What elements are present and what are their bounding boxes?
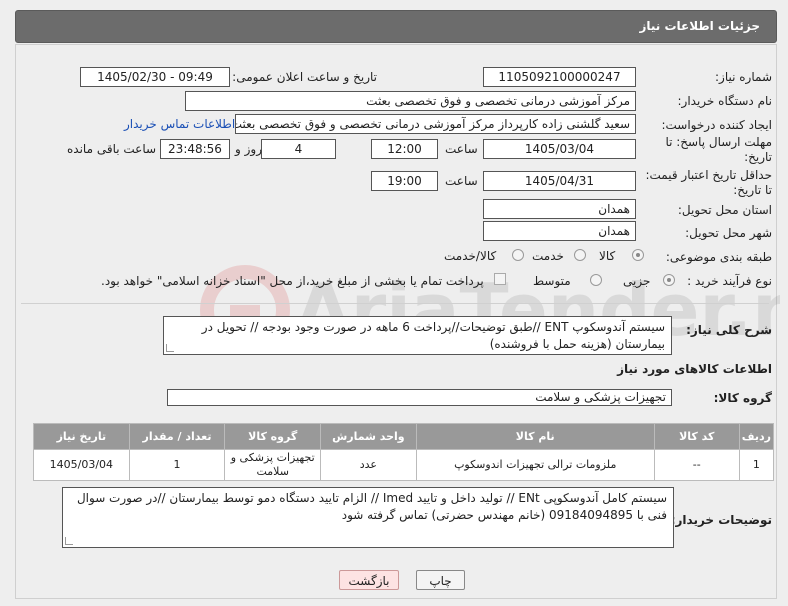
price-time-label: ساعت (445, 174, 478, 188)
process-option-medium: متوسط (533, 274, 571, 288)
city-field: همدان (483, 221, 636, 241)
back-button[interactable]: بازگشت (339, 570, 399, 590)
city-label: شهر محل تحویل: (685, 226, 772, 240)
price-validity-label-2: تا تاریخ: (733, 183, 772, 197)
remaining-time-field: 23:48:56 (160, 139, 230, 159)
creator-label: ایجاد کننده درخواست: (661, 118, 772, 132)
page-title: جزئیات اطلاعات نیاز (639, 19, 760, 33)
category-radio-both[interactable] (512, 249, 524, 261)
need-number-label: شماره نیاز: (715, 70, 772, 84)
process-option-minor: جزیی (623, 274, 651, 288)
cell-qty: 1 (128, 449, 226, 481)
process-radio-medium[interactable] (590, 274, 602, 286)
resize-handle-icon[interactable] (166, 344, 174, 352)
days-label: روز و (235, 142, 262, 156)
category-radio-goods[interactable] (632, 249, 644, 261)
price-date-field: 1405/04/31 (483, 171, 636, 191)
cell-row: 1 (738, 449, 775, 481)
goods-table: ردیف کد کالا نام کالا واحد شمارش گروه کا… (33, 423, 775, 481)
category-option-both: کالا/خدمت (444, 249, 497, 263)
announce-field: 1405/02/30 - 09:49 (80, 67, 230, 87)
col-name: نام کالا (415, 423, 655, 450)
description-textarea[interactable]: سیستم آندوسکوپ ENT //طبق توضیحات//پرداخت… (163, 316, 672, 355)
cell-unit: عدد (320, 449, 417, 481)
goods-section-title: اطلاعات کالاهای مورد نیاز (617, 362, 772, 376)
goods-group-field: تجهیزات پزشکی و سلامت (167, 389, 672, 406)
col-row: ردیف (738, 423, 775, 450)
payment-note: پرداخت تمام یا بخشی از مبلغ خرید،از محل … (101, 274, 484, 288)
creator-field: سعید گلشنی زاده کارپرداز مرکز آموزشی درم… (235, 114, 636, 134)
price-time-field: 19:00 (371, 171, 438, 191)
buyer-org-field: مرکز آموزشی درمانی تخصصی و فوق تخصصی بعث… (185, 91, 636, 111)
cell-group: تجهیزات پزشکی و سلامت (224, 449, 322, 481)
col-code: کد کالا (653, 423, 740, 450)
province-field: همدان (483, 199, 636, 219)
price-validity-label: حداقل تاریخ اعتبار قیمت: (645, 168, 772, 182)
remaining-label: ساعت باقی مانده (67, 142, 157, 156)
print-button[interactable]: چاپ (416, 570, 465, 590)
reply-time-field: 12:00 (371, 139, 438, 159)
col-qty: تعداد / مقدار (128, 423, 226, 450)
reply-date-field: 1405/03/04 (483, 139, 636, 159)
page-header: جزئیات اطلاعات نیاز (15, 10, 777, 43)
separator (21, 303, 769, 304)
buyer-org-label: نام دستگاه خریدار: (677, 94, 773, 108)
goods-group-label: گروه کالا: (713, 391, 772, 405)
col-unit: واحد شمارش (320, 423, 417, 450)
reply-deadline-label-2: تاریخ: (744, 150, 772, 164)
category-option-service: خدمت (532, 249, 564, 263)
days-field: 4 (261, 139, 336, 159)
announce-label: تاریخ و ساعت اعلان عمومی: (232, 70, 377, 84)
buyer-notes-text: سیستم کامل آندوسکوپی ENt // تولید داخل و… (76, 491, 667, 522)
col-date: تاریخ نیاز (33, 423, 130, 450)
reply-deadline-label: مهلت ارسال پاسخ: تا (665, 135, 772, 149)
goods-table-header: ردیف کد کالا نام کالا واحد شمارش گروه کا… (33, 423, 775, 450)
treasury-payment-checkbox[interactable] (494, 273, 506, 285)
category-radio-service[interactable] (574, 249, 586, 261)
process-label: نوع فرآیند خرید : (687, 274, 772, 288)
cell-date: 1405/03/04 (33, 449, 130, 481)
table-row: 1 -- ملزومات ترالی تجهیزات اندوسکوپ عدد … (33, 449, 775, 481)
process-radio-minor[interactable] (663, 274, 675, 286)
contact-buyer-link[interactable]: اطلاعات تماس خریدار (124, 117, 235, 131)
category-label: طبقه بندی موضوعی: (665, 250, 772, 264)
cell-name: ملزومات ترالی تجهیزات اندوسکوپ (415, 449, 655, 481)
buyer-notes-textarea[interactable]: سیستم کامل آندوسکوپی ENt // تولید داخل و… (62, 487, 674, 548)
reply-time-label: ساعت (445, 142, 478, 156)
category-option-goods: کالا (599, 249, 616, 263)
need-number-field: 1105092100000247 (483, 67, 636, 87)
description-text: سیستم آندوسکوپ ENT //طبق توضیحات//پرداخت… (201, 320, 665, 351)
cell-code: -- (653, 449, 740, 481)
description-label: شرح کلی نیاز: (686, 323, 772, 337)
buyer-notes-label: توضیحات خریدار: (670, 513, 772, 527)
province-label: استان محل تحویل: (677, 203, 772, 217)
resize-handle-icon[interactable] (65, 537, 73, 545)
col-group: گروه کالا (224, 423, 322, 450)
